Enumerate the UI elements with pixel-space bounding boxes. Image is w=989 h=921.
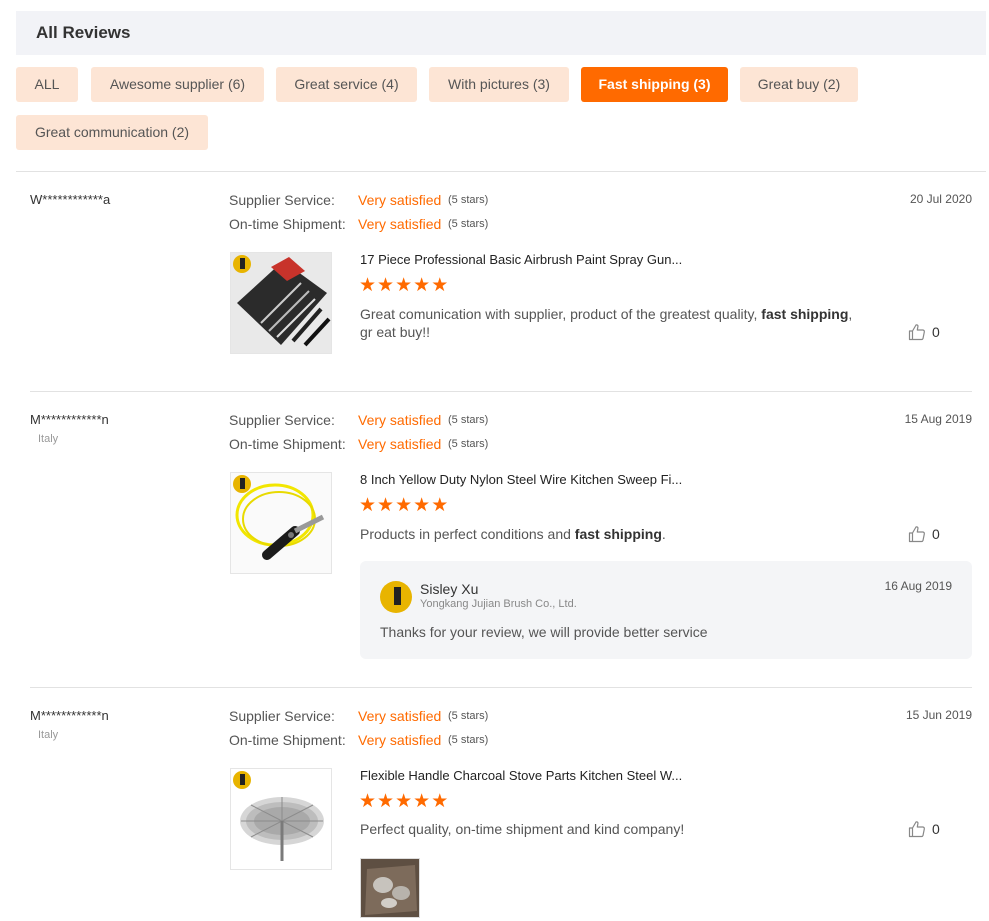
product-rating-stars: ★★★★★ <box>359 496 449 516</box>
thumbs-up-icon <box>908 821 925 838</box>
shipment-stars: (5 stars) <box>448 438 489 450</box>
filter-great-buy[interactable]: Great buy (2) <box>740 67 858 102</box>
star-icon: ★ <box>431 495 450 516</box>
like-button[interactable]: 0 <box>908 820 948 840</box>
supplier-service-value: Very satisfied <box>358 708 442 724</box>
review-text-part: Products in perfect conditions and <box>360 526 575 542</box>
like-button[interactable]: 0 <box>908 525 948 545</box>
reply-date: 16 Aug 2019 <box>884 579 952 593</box>
star-icon: ★ <box>377 495 396 516</box>
filter-awesome-supplier[interactable]: Awesome supplier (6) <box>91 67 264 102</box>
product-thumbnail[interactable] <box>230 472 332 574</box>
filter-divider <box>16 171 986 172</box>
shipment-value: Very satisfied <box>358 216 442 232</box>
shipment-stars: (5 stars) <box>448 734 489 746</box>
like-count: 0 <box>932 526 940 542</box>
review-photo[interactable] <box>360 858 420 918</box>
thumbs-up-icon <box>908 526 925 543</box>
supplier-service-label: Supplier Service: <box>229 192 335 208</box>
reviews-header: All Reviews <box>16 11 986 55</box>
product-title[interactable]: 8 Inch Yellow Duty Nylon Steel Wire Kitc… <box>360 472 720 487</box>
filter-fast-shipping[interactable]: Fast shipping (3) <box>581 67 728 102</box>
shipment-value: Very satisfied <box>358 732 442 748</box>
review-divider <box>30 687 972 688</box>
star-icon: ★ <box>395 791 414 812</box>
star-icon: ★ <box>395 495 414 516</box>
filter-great-communication[interactable]: Great communication (2) <box>16 115 208 150</box>
product-thumbnail[interactable] <box>230 768 332 870</box>
product-title[interactable]: Flexible Handle Charcoal Stove Parts Kit… <box>360 768 720 783</box>
product-thumbnail[interactable] <box>230 252 332 354</box>
buyer-name: M************n <box>30 708 109 723</box>
review-highlight: fast shipping <box>574 526 662 542</box>
star-icon: ★ <box>359 275 378 296</box>
star-icon: ★ <box>413 275 432 296</box>
page-title: All Reviews <box>36 23 131 42</box>
star-icon: ★ <box>395 275 414 296</box>
filter-all[interactable]: ALL <box>16 67 78 102</box>
star-icon: ★ <box>431 791 450 812</box>
brand-logo <box>233 475 251 493</box>
supplier-service-stars: (5 stars) <box>448 194 489 206</box>
reply-company: Yongkang Jujian Brush Co., Ltd. <box>420 598 577 610</box>
shipment-stars: (5 stars) <box>448 218 489 230</box>
review-text-part: Perfect quality, on-time shipment and ki… <box>360 821 685 837</box>
supplier-service-value: Very satisfied <box>358 192 442 208</box>
review-item: W************a Supplier Service: Very sa… <box>30 192 972 382</box>
buyer-country: Italy <box>38 433 59 445</box>
review-text: Products in perfect conditions and fast … <box>360 525 860 543</box>
supplier-avatar <box>380 581 412 613</box>
buyer-country: Italy <box>38 729 59 741</box>
review-item: M************n Italy Supplier Service: V… <box>30 708 972 921</box>
supplier-service-stars: (5 stars) <box>448 414 489 426</box>
shipment-label: On-time Shipment: <box>229 436 346 452</box>
product-title[interactable]: 17 Piece Professional Basic Airbrush Pai… <box>360 252 720 267</box>
review-text: Great comunication with supplier, produc… <box>360 305 860 341</box>
brand-logo <box>233 771 251 789</box>
review-date: 20 Jul 2020 <box>909 192 972 206</box>
like-count: 0 <box>932 821 940 837</box>
reply-author-name: Sisley Xu <box>420 581 479 597</box>
buyer-name: W************a <box>30 192 111 207</box>
shipment-value: Very satisfied <box>358 436 442 452</box>
supplier-reply: Sisley Xu Yongkang Jujian Brush Co., Ltd… <box>360 561 972 659</box>
star-icon: ★ <box>413 791 432 812</box>
review-date: 15 Aug 2019 <box>904 412 972 426</box>
star-icon: ★ <box>377 275 396 296</box>
review-date: 15 Jun 2019 <box>905 708 972 722</box>
product-rating-stars: ★★★★★ <box>359 792 449 812</box>
star-icon: ★ <box>359 495 378 516</box>
customer-photo-image <box>361 859 419 917</box>
filter-great-service[interactable]: Great service (4) <box>276 67 417 102</box>
like-button[interactable]: 0 <box>908 323 948 343</box>
thumbs-up-icon <box>908 324 925 341</box>
star-icon: ★ <box>431 275 450 296</box>
filter-with-pictures[interactable]: With pictures (3) <box>429 67 569 102</box>
supplier-service-stars: (5 stars) <box>448 710 489 722</box>
review-divider <box>30 391 972 392</box>
product-rating-stars: ★★★★★ <box>359 276 449 296</box>
star-icon: ★ <box>359 791 378 812</box>
buyer-name: M************n <box>30 412 109 427</box>
supplier-service-label: Supplier Service: <box>229 412 335 428</box>
like-count: 0 <box>932 324 940 340</box>
review-text-part: Great comunication with supplier, produc… <box>360 306 762 322</box>
review-highlight: fast shipping <box>761 306 849 322</box>
star-icon: ★ <box>377 791 396 812</box>
star-icon: ★ <box>413 495 432 516</box>
review-text-part: . <box>661 526 666 542</box>
shipment-label: On-time Shipment: <box>229 732 346 748</box>
review-item: M************n Italy Supplier Service: V… <box>30 412 972 672</box>
reply-text: Thanks for your review, we will provide … <box>380 624 708 640</box>
supplier-service-label: Supplier Service: <box>229 708 335 724</box>
shipment-label: On-time Shipment: <box>229 216 346 232</box>
supplier-service-value: Very satisfied <box>358 412 442 428</box>
brand-logo <box>233 255 251 273</box>
review-text: Perfect quality, on-time shipment and ki… <box>360 820 860 838</box>
